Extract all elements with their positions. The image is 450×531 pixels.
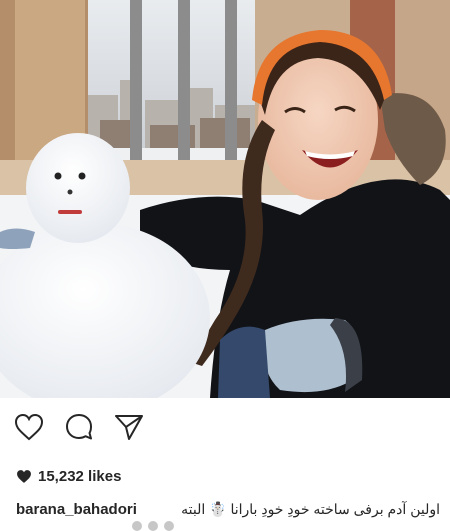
paper-plane-icon [115, 415, 143, 440]
likes-count-row[interactable]: 15,232 likes [16, 465, 121, 487]
post-caption: barana_bahadori اولین آدم برفی ساخته خود… [16, 497, 440, 521]
photo-illustration [0, 0, 450, 398]
post-action-bar [0, 398, 450, 456]
likes-count: 15,232 likes [38, 467, 122, 485]
caption-text: اولین آدم برفی ساخته خودِ خودِ بارانا ☃️… [181, 500, 440, 517]
heart-outline-icon [14, 413, 44, 441]
share-button[interactable] [112, 410, 146, 444]
dot [164, 521, 174, 531]
like-button[interactable] [12, 410, 46, 444]
comment-button[interactable] [62, 410, 96, 444]
loading-dots [132, 521, 174, 531]
post-photo[interactable] [0, 0, 450, 398]
comment-bubble-icon [66, 414, 92, 440]
dot [148, 521, 158, 531]
dot [132, 521, 142, 531]
username-link[interactable]: barana_bahadori [16, 501, 137, 518]
heart-filled-icon [17, 469, 31, 483]
